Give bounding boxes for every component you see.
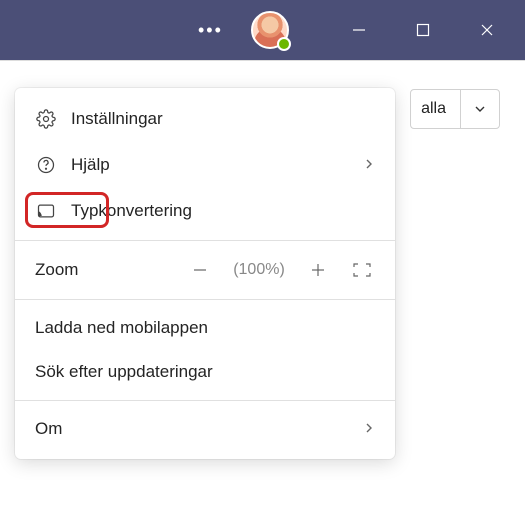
zoom-label: Zoom — [35, 260, 78, 280]
more-menu-button[interactable]: ••• — [188, 14, 233, 47]
minimize-icon — [351, 22, 367, 38]
check-updates-label: Sök efter uppdateringar — [35, 362, 213, 382]
fullscreen-button[interactable] — [349, 257, 375, 283]
zoom-out-button[interactable] — [187, 257, 213, 283]
overflow-menu: Inställningar Hjälp Typkonvertering Zoom… — [15, 88, 395, 459]
download-app-item[interactable]: Ladda ned mobilappen — [15, 306, 395, 350]
settings-label: Inställningar — [71, 109, 163, 129]
filter-dropdown[interactable]: alla — [410, 89, 500, 129]
close-button[interactable] — [457, 0, 517, 60]
profile-button[interactable] — [251, 11, 289, 49]
settings-item[interactable]: Inställningar — [15, 96, 395, 142]
close-icon — [479, 22, 495, 38]
zoom-value: (100%) — [231, 261, 287, 279]
zoom-row: Zoom (100%) — [15, 247, 395, 293]
about-item[interactable]: Om — [15, 407, 395, 451]
filter-label: alla — [411, 90, 461, 128]
presence-badge — [277, 37, 291, 51]
menu-divider — [15, 299, 395, 300]
maximize-icon — [416, 23, 430, 37]
chevron-right-icon — [363, 419, 375, 439]
chevron-right-icon — [363, 155, 375, 175]
cast-icon — [35, 200, 57, 222]
menu-divider — [15, 240, 395, 241]
download-app-label: Ladda ned mobilappen — [35, 318, 208, 338]
about-label: Om — [35, 419, 62, 439]
help-label: Hjälp — [71, 155, 110, 175]
maximize-button[interactable] — [393, 0, 453, 60]
cast-label: Typkonvertering — [71, 201, 192, 221]
titlebar: ••• — [0, 0, 525, 60]
titlebar-left: ••• — [188, 11, 289, 49]
cast-item[interactable]: Typkonvertering — [15, 188, 395, 234]
gear-icon — [35, 108, 57, 130]
check-updates-item[interactable]: Sök efter uppdateringar — [15, 350, 395, 394]
help-icon — [35, 154, 57, 176]
help-item[interactable]: Hjälp — [15, 142, 395, 188]
menu-divider — [15, 400, 395, 401]
chevron-down-icon — [461, 90, 499, 128]
zoom-in-button[interactable] — [305, 257, 331, 283]
minimize-button[interactable] — [329, 0, 389, 60]
